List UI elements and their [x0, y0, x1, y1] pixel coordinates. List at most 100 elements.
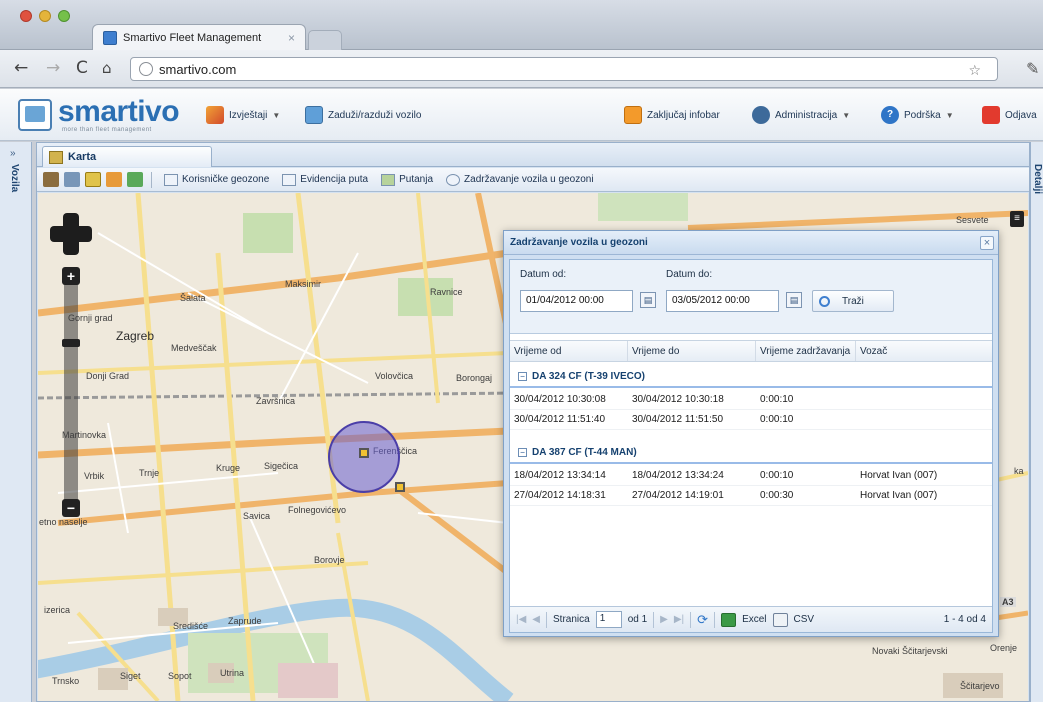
calendar-icon[interactable]: ▤: [786, 292, 802, 308]
page-info-icon[interactable]: [139, 62, 153, 76]
map-label: Folnegovićevo: [288, 505, 347, 515]
date-to-input[interactable]: 03/05/2012 00:00: [666, 290, 779, 312]
user-geozones-button[interactable]: Korisničke geozone: [160, 173, 273, 186]
table-row[interactable]: 27/04/2012 14:18:31 27/04/2012 14:19:01 …: [510, 486, 992, 506]
home-icon[interactable]: ⌂: [102, 59, 112, 77]
assign-vehicle-button[interactable]: Zaduži/razduži vozilo: [305, 106, 421, 124]
close-icon[interactable]: ×: [980, 236, 994, 250]
vehicle-marker[interactable]: [359, 448, 369, 458]
power-icon: [982, 106, 1000, 124]
prev-page-icon[interactable]: ◀: [532, 614, 540, 625]
zoom-window-button[interactable]: [58, 10, 70, 22]
logout-button[interactable]: Odjava: [982, 106, 1037, 124]
route-button[interactable]: Putanja: [377, 173, 437, 186]
table-row[interactable]: 18/04/2012 13:34:14 18/04/2012 13:34:24 …: [510, 466, 992, 486]
label-tool-icon[interactable]: [85, 172, 101, 187]
cell-duration: 0:00:10: [760, 394, 794, 405]
date-from-input[interactable]: 01/04/2012 00:00: [520, 290, 633, 312]
logo-text: smartivo: [58, 95, 180, 128]
tag-tool-icon[interactable]: [106, 172, 122, 187]
motorway-shield: A3: [1000, 597, 1016, 607]
cell-time-to: 30/04/2012 10:30:18: [632, 394, 724, 405]
bookmark-star-icon[interactable]: ☆: [968, 62, 981, 79]
minimize-window-button[interactable]: [39, 10, 51, 22]
select-tool-icon[interactable]: [64, 172, 80, 187]
details-panel[interactable]: Detalji: [1030, 142, 1043, 702]
new-tab-button[interactable]: [308, 30, 342, 50]
column-header[interactable]: Vrijeme od: [510, 341, 628, 361]
building: [278, 663, 338, 698]
map-label: Sesvete: [956, 215, 989, 225]
forward-icon[interactable]: →: [46, 59, 60, 77]
chevron-down-icon: ▼: [842, 110, 851, 120]
zoom-slider[interactable]: [64, 277, 78, 517]
browser-tab[interactable]: Smartivo Fleet Management ×: [92, 24, 306, 50]
next-page-icon[interactable]: ▶: [660, 614, 668, 625]
column-header[interactable]: Vrijeme zadržavanja: [756, 341, 856, 361]
map-label: Ravnice: [430, 287, 463, 297]
zoom-out-button[interactable]: −: [62, 499, 80, 517]
fullscreen-icon[interactable]: [127, 172, 143, 187]
table-row[interactable]: 30/04/2012 10:30:08 30/04/2012 10:30:18 …: [510, 390, 992, 410]
main-road: [396, 486, 510, 576]
tab-karta[interactable]: Karta: [42, 146, 212, 167]
map-toolbar: Korisničke geozone Evidencija puta Putan…: [37, 168, 1029, 192]
logo-tagline: more than fleet management: [62, 127, 152, 133]
administration-label: Administracija: [775, 109, 838, 121]
pan-horizontal[interactable]: [50, 226, 92, 242]
csv-export-label[interactable]: CSV: [794, 614, 815, 625]
administration-menu[interactable]: Administracija ▼: [752, 106, 850, 124]
logout-label: Odjava: [1005, 109, 1037, 121]
chevron-down-icon: ▼: [272, 110, 281, 120]
excel-icon[interactable]: [721, 612, 737, 627]
assign-vehicle-label: Zaduži/razduži vozilo: [328, 109, 422, 121]
map-label: izerica: [44, 605, 71, 615]
csv-icon[interactable]: [772, 612, 788, 627]
column-header[interactable]: Vrijeme do: [628, 341, 756, 361]
collapse-icon[interactable]: −: [518, 371, 527, 381]
geozone-retention-button[interactable]: Zadržavanje vozila u geozoni: [442, 173, 598, 186]
back-icon[interactable]: ←: [14, 59, 28, 77]
trip-log-button[interactable]: Evidencija puta: [278, 173, 372, 186]
map-label: ka: [1014, 466, 1024, 476]
last-page-icon[interactable]: ▶|: [674, 614, 684, 625]
vehicle-group-header[interactable]: − DA 324 CF (T-39 IVECO): [510, 366, 992, 388]
zoom-slider-handle[interactable]: [62, 339, 80, 347]
wrench-menu-icon[interactable]: ✎: [1026, 59, 1039, 79]
vehicle-tool-icon[interactable]: [43, 172, 59, 187]
cell-driver: [856, 390, 992, 409]
page-number-input[interactable]: 1: [595, 611, 622, 628]
reload-icon[interactable]: C: [76, 59, 88, 77]
map-label: Zaprude: [228, 616, 262, 626]
vehicle-marker[interactable]: [395, 482, 405, 492]
map-label: Šalata: [180, 293, 206, 303]
toolbar-separator: [151, 171, 152, 188]
lock-infobar-button[interactable]: Zaključaj infobar: [624, 106, 720, 124]
vehicles-panel[interactable]: » Vozila: [0, 142, 32, 702]
expand-icon[interactable]: »: [10, 148, 16, 159]
pan-control[interactable]: [50, 213, 92, 255]
map-label: Kruge: [216, 463, 241, 473]
layer-switcher-icon[interactable]: ≡: [1010, 211, 1024, 227]
search-button[interactable]: Traži: [812, 290, 894, 312]
collapse-icon[interactable]: −: [518, 447, 527, 457]
refresh-icon[interactable]: ⟳: [697, 612, 708, 628]
zoom-in-button[interactable]: +: [62, 267, 80, 285]
calendar-icon[interactable]: ▤: [640, 292, 656, 308]
reports-menu[interactable]: Izvještaji ▼: [206, 106, 280, 124]
first-page-icon[interactable]: |◀: [516, 614, 526, 625]
vehicle-group-name: DA 387 CF (T-44 MAN): [532, 446, 637, 458]
cell-driver: Horvat Ivan (007): [860, 490, 938, 501]
excel-export-label[interactable]: Excel: [742, 614, 766, 625]
close-tab-icon[interactable]: ×: [288, 31, 295, 45]
column-header[interactable]: Vozač: [856, 341, 992, 361]
address-bar[interactable]: smartivo.com ☆: [130, 57, 998, 81]
support-menu[interactable]: ? Podrška ▼: [881, 106, 954, 124]
dialog-body: Datum od: Datum do: 01/04/2012 00:00 ▤ 0…: [509, 259, 993, 633]
smartivo-logo-icon: [18, 99, 52, 131]
close-window-button[interactable]: [20, 10, 32, 22]
table-row[interactable]: 30/04/2012 11:51:40 30/04/2012 11:51:50 …: [510, 410, 992, 430]
vehicle-group-header[interactable]: − DA 387 CF (T-44 MAN): [510, 442, 992, 464]
map-label: Novaki Ščitarjevski: [872, 646, 948, 656]
park-area: [598, 193, 688, 221]
